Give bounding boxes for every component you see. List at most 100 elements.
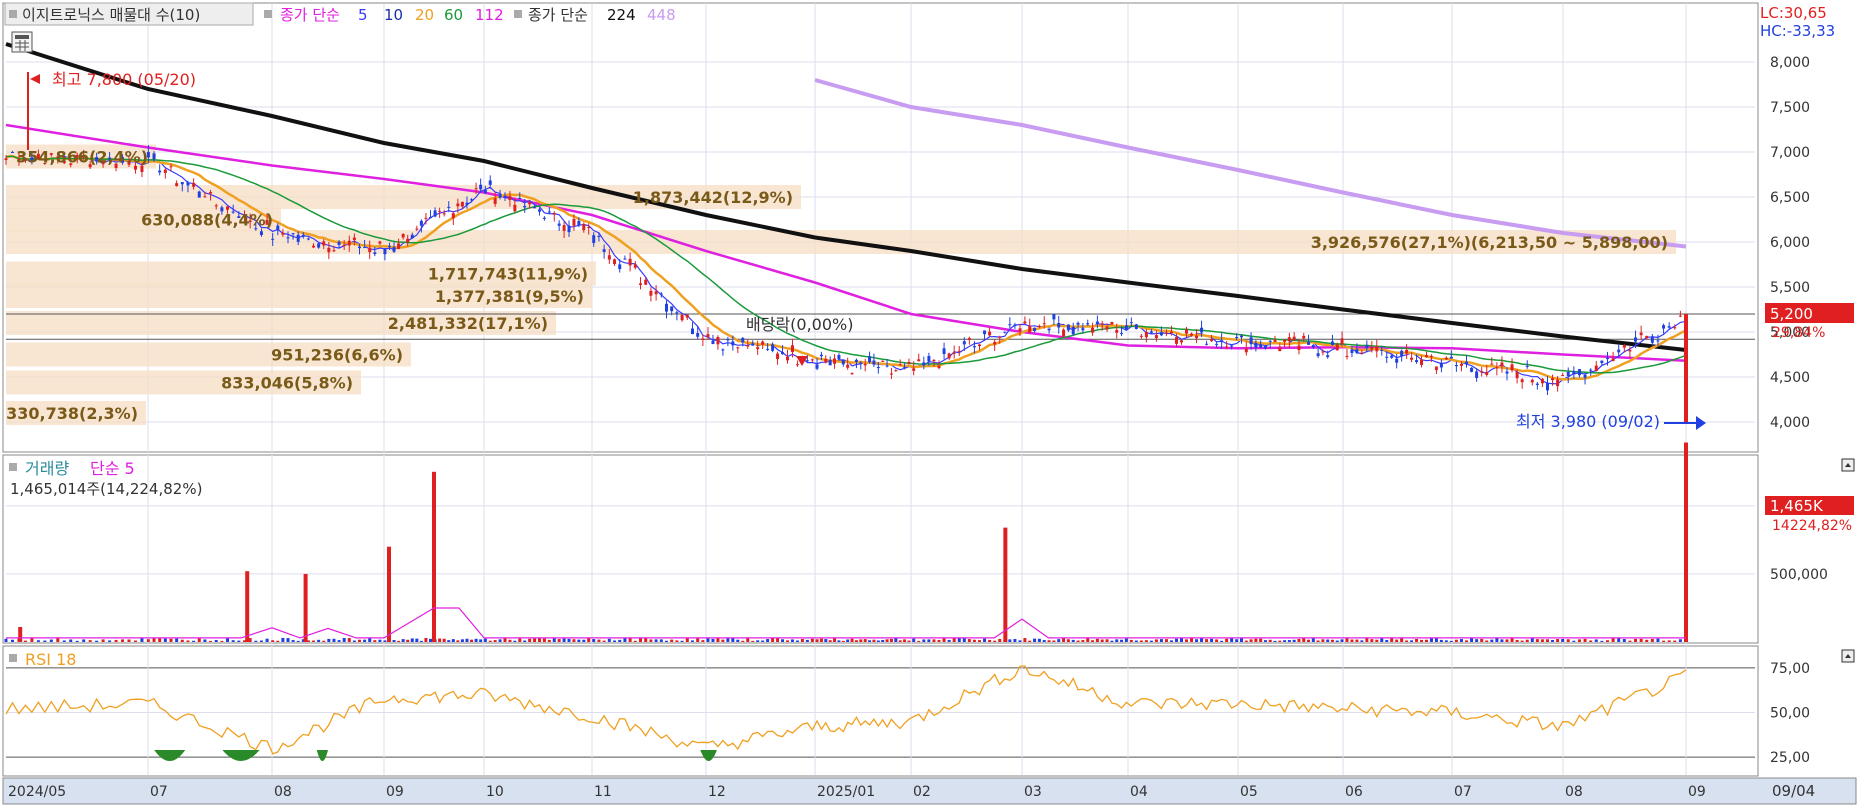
volume-bar: [169, 638, 173, 642]
candle-body: [805, 360, 809, 362]
candle-body: [542, 217, 546, 219]
volume-bar: [114, 639, 118, 642]
legend-square-icon: [9, 10, 17, 18]
volume-bar: [1292, 639, 1296, 642]
candle-body: [680, 314, 684, 321]
candle-body: [1033, 327, 1037, 331]
current-price-text: 5,200: [1770, 305, 1813, 323]
chart-canvas[interactable]: 8,0007,5007,0006,5006,0005,5005,0004,500…: [0, 0, 1859, 806]
candle-body: [312, 245, 316, 248]
candle-body: [1316, 353, 1320, 357]
candle-body: [1375, 346, 1379, 352]
candle-body: [885, 365, 889, 367]
candle-body: [781, 352, 785, 355]
x-tick-label: 03: [1024, 784, 1042, 800]
candle-body: [1540, 378, 1544, 384]
candle-body: [158, 170, 162, 173]
volume-bar: [993, 640, 997, 642]
candle-body: [1164, 332, 1168, 334]
legend-square-icon: [514, 10, 522, 18]
candle-body: [898, 364, 902, 366]
candle-body: [917, 359, 921, 362]
y-tick-label: 4,000: [1770, 415, 1810, 431]
candle-body: [1617, 349, 1621, 353]
candle-body: [863, 363, 867, 366]
volume-bar: [872, 639, 876, 642]
volume-bar: [1259, 638, 1263, 642]
volume-bar: [1081, 640, 1085, 642]
volume-bar: [1110, 640, 1114, 642]
candle-body: [876, 366, 880, 369]
y-tick-label: 75,00: [1770, 661, 1810, 677]
candle-body: [731, 341, 735, 346]
volume-bar: [1459, 639, 1463, 642]
volume-bar: [1033, 638, 1037, 642]
volume-bar: [1515, 639, 1519, 642]
x-tick-label: 2024/05: [8, 784, 66, 800]
volume-bar: [1134, 640, 1138, 642]
candle-body: [1490, 363, 1494, 365]
volume-panel-frame: [2, 454, 1759, 644]
candle-body: [736, 347, 740, 349]
volume-bar: [795, 640, 799, 642]
last-candle: [1684, 314, 1688, 422]
candle-body: [1429, 355, 1433, 357]
volume-bar: [1154, 639, 1158, 642]
candle-body: [1321, 351, 1325, 353]
volume-bar: [1634, 638, 1638, 642]
candle-body: [1520, 379, 1524, 383]
candle-body: [424, 217, 428, 219]
candle-body: [1485, 371, 1489, 375]
legend-title: 이지트로닉스 매물대 수(10): [22, 6, 200, 24]
volume-bar: [1225, 638, 1229, 642]
volume-bar: [368, 637, 372, 642]
volume-bar: [1335, 640, 1339, 642]
volume-bar: [75, 640, 79, 642]
candle-body: [410, 234, 414, 239]
candle-body: [846, 364, 850, 368]
candle-body: [327, 247, 331, 253]
volume-bar: [854, 640, 858, 642]
volume-bar: [977, 640, 981, 642]
volume-bar: [942, 638, 946, 642]
volume-bar: [1429, 637, 1433, 642]
volume-bar: [771, 638, 775, 642]
candle-body: [1169, 331, 1173, 333]
volume-bar: [1124, 638, 1128, 642]
volume-bar: [552, 638, 556, 642]
legend-square-icon: [264, 10, 272, 18]
rsi-panel-close-icon[interactable]: [1841, 649, 1855, 663]
volume-profile-label: 3,926,576(27,1%)(6,213,50 ~ 5,898,00): [1311, 233, 1668, 252]
candle-body: [1561, 375, 1565, 377]
volume-bar: [1465, 640, 1469, 642]
volume-bar: [503, 637, 507, 642]
volume-bar: [56, 638, 60, 642]
candle-body: [1220, 340, 1224, 343]
volume-bar: [1086, 638, 1090, 642]
volume-bar: [790, 639, 794, 642]
candle-body: [197, 191, 201, 198]
candle-body: [1244, 348, 1248, 353]
x-tick-label: 02: [913, 784, 931, 800]
candle-body: [347, 240, 351, 246]
volume-bar: [711, 638, 715, 642]
volume-bar: [410, 638, 414, 642]
candle-body: [1459, 363, 1463, 366]
candle-body: [175, 183, 179, 186]
candle-body: [649, 290, 653, 296]
volume-bar: [1505, 639, 1509, 642]
candle-body: [1235, 336, 1239, 339]
volume-panel-close-icon[interactable]: [1841, 458, 1855, 472]
calculator-icon[interactable]: [11, 31, 33, 53]
candle-body: [881, 360, 885, 362]
volume-bar: [761, 640, 765, 642]
candle-body: [993, 341, 997, 345]
volume-bar: [1013, 638, 1017, 642]
volume-bar: [1380, 638, 1384, 642]
candle-body: [912, 368, 916, 371]
volume-bar: [460, 639, 464, 642]
volume-bar: [1254, 638, 1258, 642]
candle-body: [701, 338, 705, 340]
volume-bar: [685, 638, 689, 642]
candle-body: [1662, 325, 1666, 329]
